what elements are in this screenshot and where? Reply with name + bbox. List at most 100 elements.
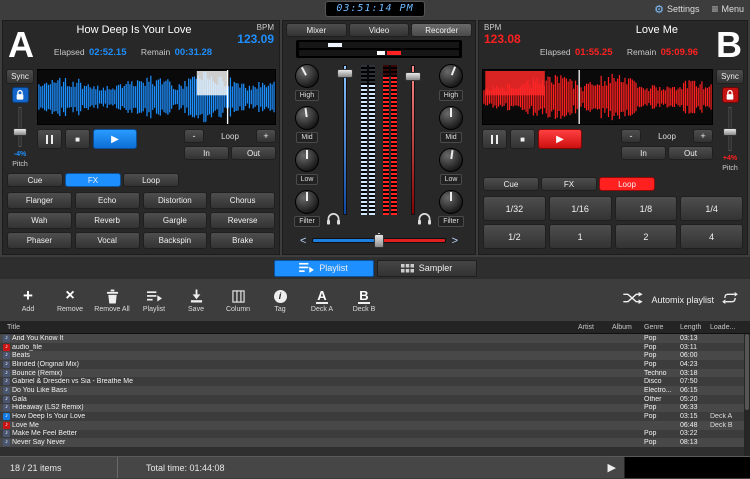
tab-mixer[interactable]: Mixer: [286, 23, 347, 37]
fader-handle-a[interactable]: [337, 69, 353, 78]
sync-button-b[interactable]: Sync: [716, 69, 744, 84]
tab-playlist[interactable]: Playlist: [274, 260, 374, 277]
loop-out-button-a[interactable]: Out: [231, 146, 276, 160]
pitch-slider-b[interactable]: [722, 106, 738, 152]
high-knob-b[interactable]: [439, 64, 463, 88]
pitch-slider-a[interactable]: [12, 106, 28, 148]
column-loaded[interactable]: Loade...: [710, 324, 750, 331]
tab-sampler[interactable]: Sampler: [377, 260, 477, 277]
low-knob-a[interactable]: [295, 148, 319, 172]
sync-button-a[interactable]: Sync: [6, 69, 34, 84]
pause-button-b[interactable]: [482, 129, 507, 149]
remove-button[interactable]: × Remove: [50, 288, 90, 313]
column-button[interactable]: Column: [218, 288, 258, 313]
loop-1-button[interactable]: 1: [549, 224, 612, 249]
fx-wah-button[interactable]: Wah: [7, 212, 72, 229]
repeat-icon[interactable]: [722, 291, 738, 309]
crossfader-left-arrow[interactable]: <: [300, 235, 306, 247]
playlist-row[interactable]: ♪ audio_file Pop 03:11: [0, 343, 750, 352]
deck-b-load-button[interactable]: B Deck B: [344, 288, 384, 313]
deck-b-waveform[interactable]: [482, 69, 713, 125]
crossfader-right-arrow[interactable]: >: [452, 235, 458, 247]
playlist-row[interactable]: ♪ Beats Pop 06:00: [0, 351, 750, 360]
loop-1-32-button[interactable]: 1/32: [483, 196, 546, 221]
shuffle-icon[interactable]: [623, 291, 643, 309]
deck-a-tab-fx[interactable]: FX: [65, 173, 121, 187]
loop-2-button[interactable]: 2: [615, 224, 678, 249]
column-title[interactable]: Title: [0, 324, 578, 331]
playlist-row[interactable]: ♪ Do You Like Bass Electro... 06:15: [0, 386, 750, 395]
filter-knob-b[interactable]: [439, 190, 463, 214]
mid-knob-a[interactable]: [295, 106, 319, 130]
loop-1-8-button[interactable]: 1/8: [615, 196, 678, 221]
loop-in-button-b[interactable]: In: [621, 146, 666, 160]
loop-1-16-button[interactable]: 1/16: [549, 196, 612, 221]
keylock-icon-a[interactable]: [12, 87, 29, 103]
column-artist[interactable]: Artist: [578, 324, 612, 331]
preview-play-button[interactable]: ▶: [600, 461, 624, 474]
settings-button[interactable]: ⚙ Settings: [654, 2, 699, 16]
playlist-row[interactable]: ♪ Gabriel & Dresden vs Sia - Breathe Me …: [0, 377, 750, 386]
fx-flanger-button[interactable]: Flanger: [7, 192, 72, 209]
fx-reverb-button[interactable]: Reverb: [75, 212, 140, 229]
deck-b-tab-cue[interactable]: Cue: [483, 177, 539, 191]
play-button-b[interactable]: ▶: [538, 129, 582, 149]
pitch-handle[interactable]: [13, 128, 27, 136]
deck-a-tab-loop[interactable]: Loop: [123, 173, 179, 187]
stop-button-b[interactable]: ■: [510, 129, 535, 149]
crossfader-track[interactable]: [312, 238, 445, 243]
deck-b-tab-loop[interactable]: Loop: [599, 177, 655, 191]
loop-plus-button-b[interactable]: +: [693, 129, 713, 143]
deck-b-tab-fx[interactable]: FX: [541, 177, 597, 191]
stop-button-a[interactable]: ■: [65, 129, 90, 149]
scrollbar-thumb[interactable]: [745, 334, 749, 410]
crossfader-handle[interactable]: [374, 234, 384, 248]
volume-fader-b[interactable]: [405, 65, 421, 215]
fx-reverse-button[interactable]: Reverse: [210, 212, 275, 229]
loop-plus-button-a[interactable]: +: [256, 129, 276, 143]
fx-chorus-button[interactable]: Chorus: [210, 192, 275, 209]
add-button[interactable]: + Add: [8, 288, 48, 313]
tag-button[interactable]: i Tag: [260, 288, 300, 313]
fx-distortion-button[interactable]: Distortion: [143, 192, 208, 209]
high-knob-a[interactable]: [295, 64, 319, 88]
keylock-icon-b[interactable]: [722, 87, 739, 103]
playlist-row[interactable]: ♪ Love Me 06:48 Deck B: [0, 421, 750, 430]
playlist-row[interactable]: ♪ Make Me Feel Better Pop 03:22: [0, 430, 750, 439]
playlist-row[interactable]: ♪ Bounce (Remix) Techno 03:18: [0, 369, 750, 378]
pause-button-a[interactable]: [37, 129, 62, 149]
playlist-row[interactable]: ♪ Hideaway (LS2 Remix) Pop 06:33: [0, 404, 750, 413]
mid-knob-b[interactable]: [439, 106, 463, 130]
playlist-row[interactable]: ♪ Blinded (Original Mix) Pop 04:23: [0, 360, 750, 369]
playlist-row[interactable]: ♪ How Deep Is Your Love Pop 03:15 Deck A: [0, 412, 750, 421]
play-button-a[interactable]: ▶: [93, 129, 137, 149]
loop-out-button-b[interactable]: Out: [668, 146, 713, 160]
playlist-scrollbar[interactable]: [744, 334, 750, 456]
fader-handle-b[interactable]: [405, 72, 421, 81]
column-length[interactable]: Length: [680, 324, 710, 331]
fx-echo-button[interactable]: Echo: [75, 192, 140, 209]
playlist-row[interactable]: ♪ Gala Other 05:20: [0, 395, 750, 404]
loop-minus-button-a[interactable]: -: [184, 129, 204, 143]
loop-minus-button-b[interactable]: -: [621, 129, 641, 143]
filter-knob-a[interactable]: [295, 190, 319, 214]
deck-a-waveform[interactable]: [37, 69, 276, 125]
fx-brake-button[interactable]: Brake: [210, 232, 275, 249]
tab-video[interactable]: Video: [349, 23, 410, 37]
headphones-b-icon[interactable]: [417, 212, 432, 230]
remove-all-button[interactable]: Remove All: [92, 288, 132, 313]
pitch-handle[interactable]: [723, 128, 737, 136]
playlist-row[interactable]: ♪ Never Say Never Pop 08:13: [0, 438, 750, 447]
menu-button[interactable]: ≡ Menu: [711, 2, 744, 16]
playlist-button[interactable]: Playlist: [134, 288, 174, 313]
low-knob-b[interactable]: [439, 148, 463, 172]
column-genre[interactable]: Genre: [644, 324, 680, 331]
fx-vocal-button[interactable]: Vocal: [75, 232, 140, 249]
playlist-row[interactable]: ♪ And You Know It Pop 03:13: [0, 334, 750, 343]
tab-recorder[interactable]: Recorder: [411, 23, 472, 37]
fx-phaser-button[interactable]: Phaser: [7, 232, 72, 249]
loop-in-button-a[interactable]: In: [184, 146, 229, 160]
column-album[interactable]: Album: [612, 324, 644, 331]
save-button[interactable]: Save: [176, 288, 216, 313]
deck-a-load-button[interactable]: A Deck A: [302, 288, 342, 313]
